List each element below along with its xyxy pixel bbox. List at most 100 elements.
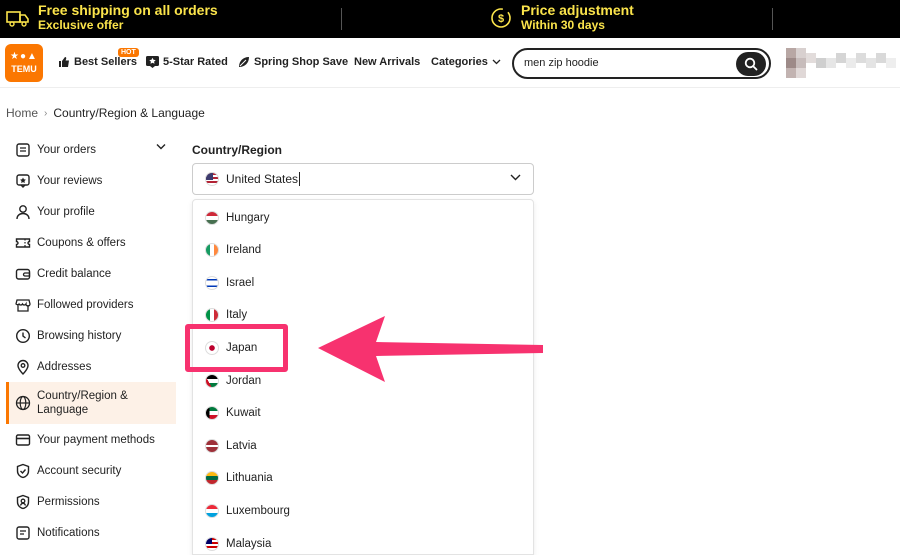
hot-badge: HOT (118, 48, 139, 57)
selected-country: United States (226, 172, 299, 186)
israel-flag-icon (205, 276, 219, 290)
country-region-label: Country/Region (192, 143, 282, 157)
sidebar-item-credit[interactable]: Credit balance (6, 258, 176, 289)
option-label: Israel (226, 277, 255, 289)
site-header: ★●▲ TEMU Best Sellers HOT 5-Star Rated S… (0, 38, 900, 88)
search-input[interactable] (524, 57, 724, 69)
sidebar-item-label: Addresses (37, 360, 92, 373)
option-hungary[interactable]: Hungary (205, 208, 269, 228)
orders-icon (14, 141, 32, 159)
breadcrumb-current: Country/Region & Language (53, 106, 205, 120)
location-icon (14, 358, 32, 376)
jordan-flag-icon (205, 374, 219, 388)
option-italy[interactable]: Italy (205, 305, 247, 325)
sidebar-item-orders[interactable]: Your orders (6, 134, 176, 165)
globe-icon (14, 394, 32, 412)
latvia-flag-icon (205, 439, 219, 453)
annotation-arrow-icon (318, 316, 543, 382)
option-kuwait[interactable]: Kuwait (205, 403, 261, 423)
sidebar-item-security[interactable]: Account security (6, 455, 176, 486)
sidebar-item-label: Your reviews (37, 174, 103, 187)
option-label: Latvia (226, 440, 257, 452)
us-flag-icon (205, 172, 219, 186)
nav-new-arrivals[interactable]: New Arrivals (354, 56, 420, 68)
promo-price-sub: Within 30 days (521, 18, 605, 32)
divider (341, 8, 342, 30)
promo-shipping-sub: Exclusive offer (38, 18, 124, 32)
option-ireland[interactable]: Ireland (205, 240, 261, 260)
nav-five-star[interactable]: 5-Star Rated (146, 56, 228, 68)
sidebar-item-notifications[interactable]: Notifications (6, 517, 176, 548)
temu-logo[interactable]: ★●▲ TEMU (5, 44, 43, 82)
option-label: Jordan (226, 375, 262, 387)
thumbs-up-icon (59, 57, 69, 67)
search-button[interactable] (736, 52, 766, 76)
nav-best-sellers-label: Best Sellers (74, 56, 137, 68)
account-sidebar: Your orders Your reviews Your profile Co… (6, 134, 176, 548)
search-icon (744, 57, 758, 71)
chevron-down-icon[interactable] (156, 143, 166, 150)
sidebar-item-label: Account security (37, 464, 122, 477)
option-latvia[interactable]: Latvia (205, 436, 257, 456)
option-label: Kuwait (226, 407, 261, 419)
star-icon (146, 56, 159, 68)
leaf-icon (239, 57, 249, 67)
promo-shipping-title: Free shipping on all orders (38, 2, 218, 18)
sidebar-item-label: Notifications (37, 526, 100, 539)
nav-categories[interactable]: Categories (431, 56, 501, 68)
option-luxembourg[interactable]: Luxembourg (205, 501, 290, 521)
account-avatar-blurred[interactable] (786, 48, 900, 78)
nav-categories-label: Categories (431, 56, 488, 68)
divider (772, 8, 773, 30)
sidebar-item-followed[interactable]: Followed providers (6, 289, 176, 320)
promo-price[interactable]: $ Price adjustment Within 30 days (490, 3, 634, 33)
sidebar-item-label: Your orders (37, 143, 97, 156)
chevron-right-icon: › (44, 107, 48, 119)
text-cursor (299, 172, 301, 186)
store-icon (14, 296, 32, 314)
option-label: Malaysia (226, 538, 272, 550)
permissions-icon (14, 493, 32, 511)
italy-flag-icon (205, 308, 219, 322)
sidebar-item-reviews[interactable]: Your reviews (6, 165, 176, 196)
option-jordan[interactable]: Jordan (205, 371, 261, 391)
dollar-clock-icon: $ (491, 8, 511, 28)
hungary-flag-icon (205, 211, 219, 225)
option-label: Hungary (226, 212, 270, 224)
sidebar-item-label: Coupons & offers (37, 236, 126, 249)
promo-shipping[interactable]: Free shipping on all orders Exclusive of… (6, 3, 218, 33)
chevron-down-icon (510, 174, 521, 181)
japan-highlight-box (185, 324, 288, 372)
sidebar-item-label: Followed providers (37, 298, 134, 311)
coupon-icon (14, 234, 32, 252)
country-select[interactable]: United States (192, 163, 534, 195)
sidebar-item-country-region[interactable]: Country/Region & Language (6, 382, 176, 424)
nav-best-sellers[interactable]: Best Sellers (58, 56, 137, 68)
profile-icon (14, 203, 32, 221)
sidebar-item-label: Permissions (37, 495, 100, 508)
nav-new-arrivals-label: New Arrivals (354, 56, 421, 68)
option-israel[interactable]: Israel (205, 273, 254, 293)
option-label: Lithuania (226, 472, 273, 484)
ireland-flag-icon (205, 243, 219, 257)
sidebar-item-history[interactable]: Browsing history (6, 320, 176, 351)
bell-icon (14, 524, 32, 542)
sidebar-item-profile[interactable]: Your profile (6, 196, 176, 227)
svg-text:$: $ (498, 13, 504, 25)
sidebar-item-permissions[interactable]: Permissions (6, 486, 176, 517)
sidebar-item-label: Your payment methods (37, 433, 155, 446)
luxembourg-flag-icon (205, 504, 219, 518)
option-malaysia[interactable]: Malaysia (205, 534, 271, 554)
sidebar-item-label: Country/Region & Language (37, 390, 128, 416)
sidebar-item-payment[interactable]: Your payment methods (6, 424, 176, 455)
sidebar-item-coupons[interactable]: Coupons & offers (6, 227, 176, 258)
search-bar (512, 48, 771, 79)
sidebar-item-label: Your profile (37, 205, 95, 218)
breadcrumb-home[interactable]: Home (6, 106, 38, 120)
nav-spring-label: Spring Shop Save (254, 56, 349, 68)
nav-five-star-label: 5-Star Rated (163, 56, 228, 68)
sidebar-item-addresses[interactable]: Addresses (6, 351, 176, 382)
option-lithuania[interactable]: Lithuania (205, 468, 273, 488)
nav-spring[interactable]: Spring Shop Save (238, 56, 348, 68)
promo-price-title: Price adjustment (521, 2, 634, 18)
